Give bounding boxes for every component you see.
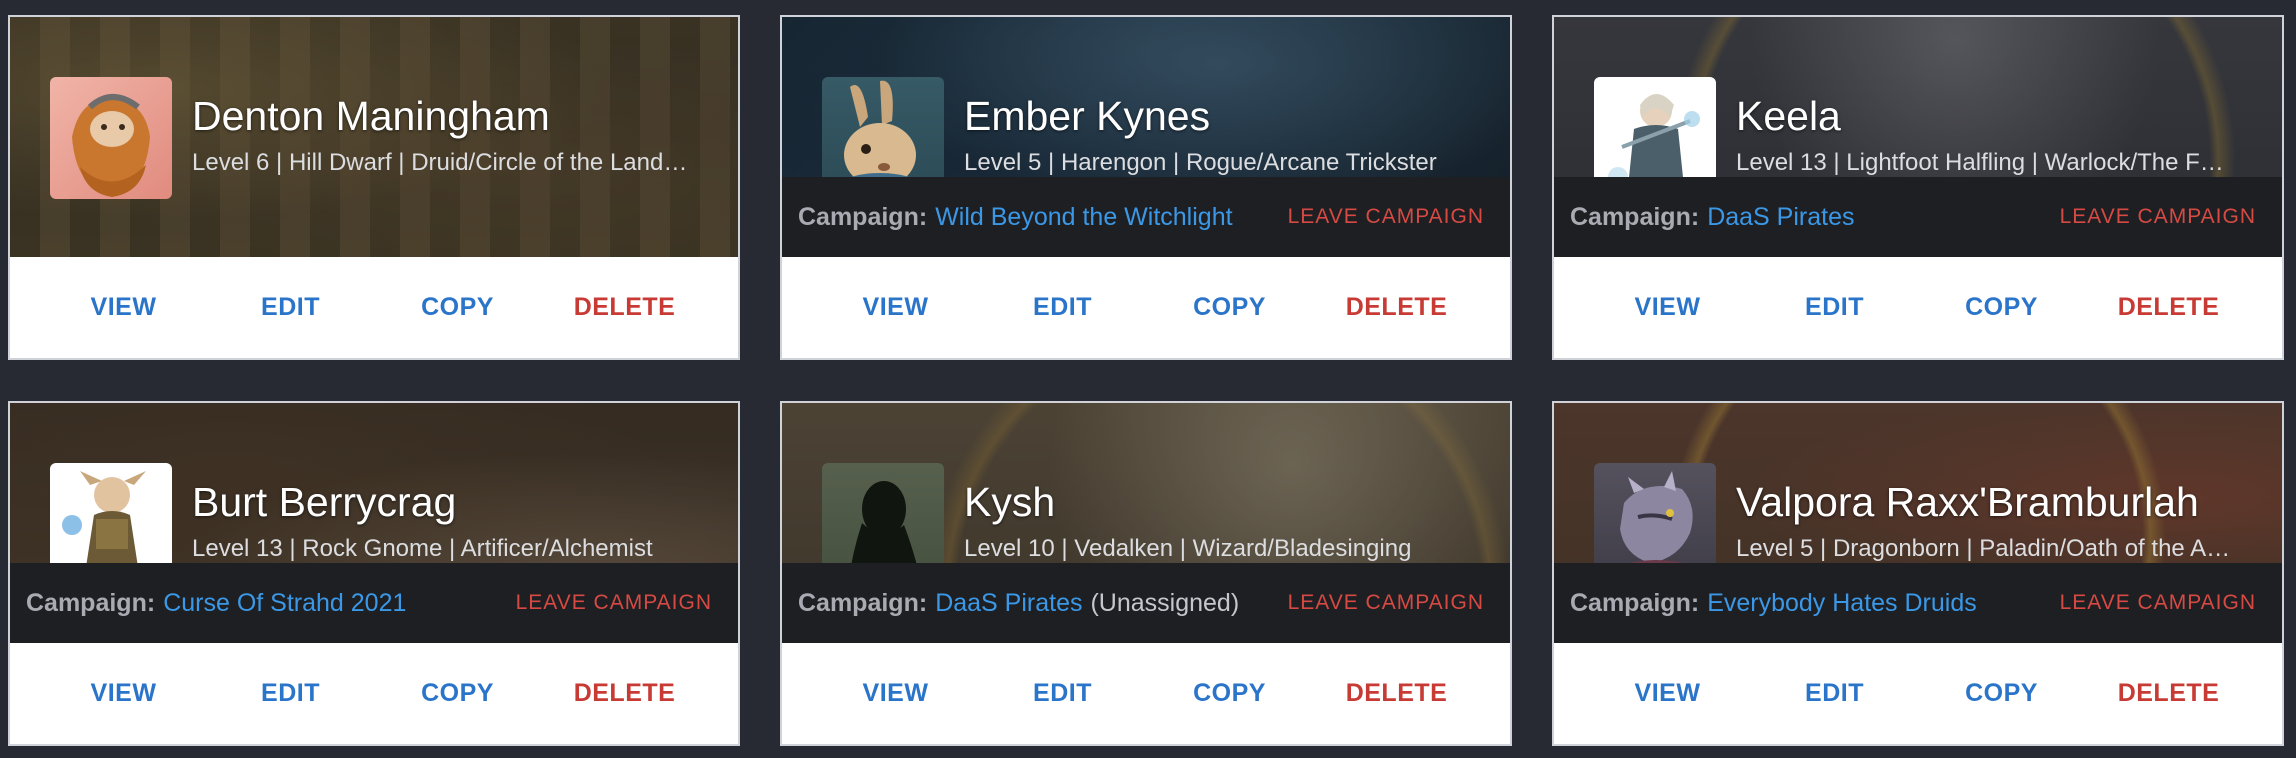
character-summary: Level 6 | Hill Dwarf | Druid/Circle of t… [192, 149, 692, 176]
character-summary: Level 13 | Rock Gnome | Artificer/Alchem… [192, 535, 653, 562]
campaign-link[interactable]: DaaS Pirates [935, 589, 1082, 618]
character-card: Denton Maningham Level 6 | Hill Dwarf | … [8, 15, 740, 360]
delete-button[interactable]: DELETE [1327, 293, 1467, 322]
copy-button[interactable]: COPY [388, 679, 528, 708]
delete-button[interactable]: DELETE [555, 293, 695, 322]
character-name[interactable]: Kysh [964, 478, 1490, 526]
view-button[interactable]: VIEW [826, 293, 966, 322]
campaign-label: Campaign: [1570, 202, 1700, 231]
view-button[interactable]: VIEW [826, 679, 966, 708]
card-header[interactable]: Burt Berrycrag Level 13 | Rock Gnome | A… [10, 403, 738, 643]
copy-button[interactable]: COPY [1932, 679, 2072, 708]
character-card: Kysh Level 10 | Vedalken | Wizard/Blades… [780, 401, 1512, 746]
leave-campaign-button[interactable]: LEAVE CAMPAIGN [516, 591, 712, 615]
edit-button[interactable]: EDIT [1765, 679, 1905, 708]
campaign-label: Campaign: [798, 588, 928, 617]
campaign-label: Campaign: [798, 202, 928, 231]
character-name[interactable]: Ember Kynes [964, 92, 1490, 140]
dwarf-druid-portrait-icon [72, 94, 150, 197]
card-actions: VIEW EDIT COPY DELETE [10, 643, 738, 744]
character-name[interactable]: Valpora Raxx'Bramburlah [1736, 478, 2262, 526]
leave-campaign-button[interactable]: LEAVE CAMPAIGN [1288, 205, 1484, 229]
character-name[interactable]: Burt Berrycrag [192, 478, 718, 526]
card-actions: VIEW EDIT COPY DELETE [1554, 643, 2282, 744]
character-summary: Level 10 | Vedalken | Wizard/Bladesingin… [964, 535, 1412, 562]
campaign-label: Campaign: [1570, 588, 1700, 617]
campaign-link[interactable]: DaaS Pirates [1707, 203, 1854, 232]
character-summary: Level 13 | Lightfoot Halfling | Warlock/… [1736, 149, 2236, 176]
character-card: Valpora Raxx'Bramburlah Level 5 | Dragon… [1552, 401, 2284, 746]
leave-campaign-button[interactable]: LEAVE CAMPAIGN [1288, 591, 1484, 615]
card-actions: VIEW EDIT COPY DELETE [782, 257, 1510, 358]
character-info: Burt Berrycrag Level 13 | Rock Gnome | A… [192, 478, 718, 564]
card-actions: VIEW EDIT COPY DELETE [10, 257, 738, 358]
campaign-link[interactable]: Curse Of Strahd 2021 [163, 589, 406, 618]
view-button[interactable]: VIEW [1598, 679, 1738, 708]
delete-button[interactable]: DELETE [2099, 679, 2239, 708]
edit-button[interactable]: EDIT [1765, 293, 1905, 322]
character-card: Burt Berrycrag Level 13 | Rock Gnome | A… [8, 401, 740, 746]
view-button[interactable]: VIEW [1598, 293, 1738, 322]
edit-button[interactable]: EDIT [221, 293, 361, 322]
view-button[interactable]: VIEW [54, 679, 194, 708]
campaign-bar: Campaign: DaaS Pirates (Unassigned) LEAV… [782, 563, 1510, 643]
copy-button[interactable]: COPY [1160, 293, 1300, 322]
edit-button[interactable]: EDIT [993, 293, 1133, 322]
campaign-bar: Campaign: Wild Beyond the Witchlight LEA… [782, 177, 1510, 257]
character-summary: Level 5 | Harengon | Rogue/Arcane Tricks… [964, 149, 1437, 176]
campaign-bar: Campaign: DaaS Pirates LEAVE CAMPAIGN [1554, 177, 2282, 257]
card-header[interactable]: Valpora Raxx'Bramburlah Level 5 | Dragon… [1554, 403, 2282, 643]
character-info: Kysh Level 10 | Vedalken | Wizard/Blades… [964, 478, 1490, 564]
card-actions: VIEW EDIT COPY DELETE [1554, 257, 2282, 358]
character-info: Valpora Raxx'Bramburlah Level 5 | Dragon… [1736, 478, 2262, 564]
delete-button[interactable]: DELETE [2099, 293, 2239, 322]
character-name[interactable]: Keela [1736, 92, 2262, 140]
campaign-link[interactable]: Wild Beyond the Witchlight [935, 203, 1232, 232]
delete-button[interactable]: DELETE [555, 679, 695, 708]
leave-campaign-button[interactable]: LEAVE CAMPAIGN [2060, 591, 2256, 615]
card-header[interactable]: Kysh Level 10 | Vedalken | Wizard/Blades… [782, 403, 1510, 643]
character-card: Keela Level 13 | Lightfoot Halfling | Wa… [1552, 15, 2284, 360]
character-card: Ember Kynes Level 5 | Harengon | Rogue/A… [780, 15, 1512, 360]
card-header[interactable]: Keela Level 13 | Lightfoot Halfling | Wa… [1554, 17, 2282, 257]
character-portrait[interactable] [50, 77, 172, 199]
card-header[interactable]: Denton Maningham Level 6 | Hill Dwarf | … [10, 17, 738, 257]
copy-button[interactable]: COPY [388, 293, 528, 322]
campaign-bar: Campaign: Curse Of Strahd 2021 LEAVE CAM… [10, 563, 738, 643]
campaign-bar: Campaign: Everybody Hates Druids LEAVE C… [1554, 563, 2282, 643]
character-name[interactable]: Denton Maningham [192, 92, 718, 140]
character-info: Denton Maningham Level 6 | Hill Dwarf | … [192, 92, 718, 178]
card-actions: VIEW EDIT COPY DELETE [782, 643, 1510, 744]
view-button[interactable]: VIEW [54, 293, 194, 322]
character-info: Ember Kynes Level 5 | Harengon | Rogue/A… [964, 92, 1490, 178]
campaign-label: Campaign: [26, 588, 156, 617]
leave-campaign-button[interactable]: LEAVE CAMPAIGN [2060, 205, 2256, 229]
copy-button[interactable]: COPY [1932, 293, 2072, 322]
card-header[interactable]: Ember Kynes Level 5 | Harengon | Rogue/A… [782, 17, 1510, 257]
edit-button[interactable]: EDIT [221, 679, 361, 708]
delete-button[interactable]: DELETE [1327, 679, 1467, 708]
character-grid: Denton Maningham Level 6 | Hill Dwarf | … [0, 0, 2296, 758]
edit-button[interactable]: EDIT [993, 679, 1133, 708]
campaign-status: (Unassigned) [1090, 588, 1240, 617]
copy-button[interactable]: COPY [1160, 679, 1300, 708]
campaign-link[interactable]: Everybody Hates Druids [1707, 589, 1977, 618]
character-info: Keela Level 13 | Lightfoot Halfling | Wa… [1736, 92, 2262, 178]
character-summary: Level 5 | Dragonborn | Paladin/Oath of t… [1736, 535, 2236, 562]
